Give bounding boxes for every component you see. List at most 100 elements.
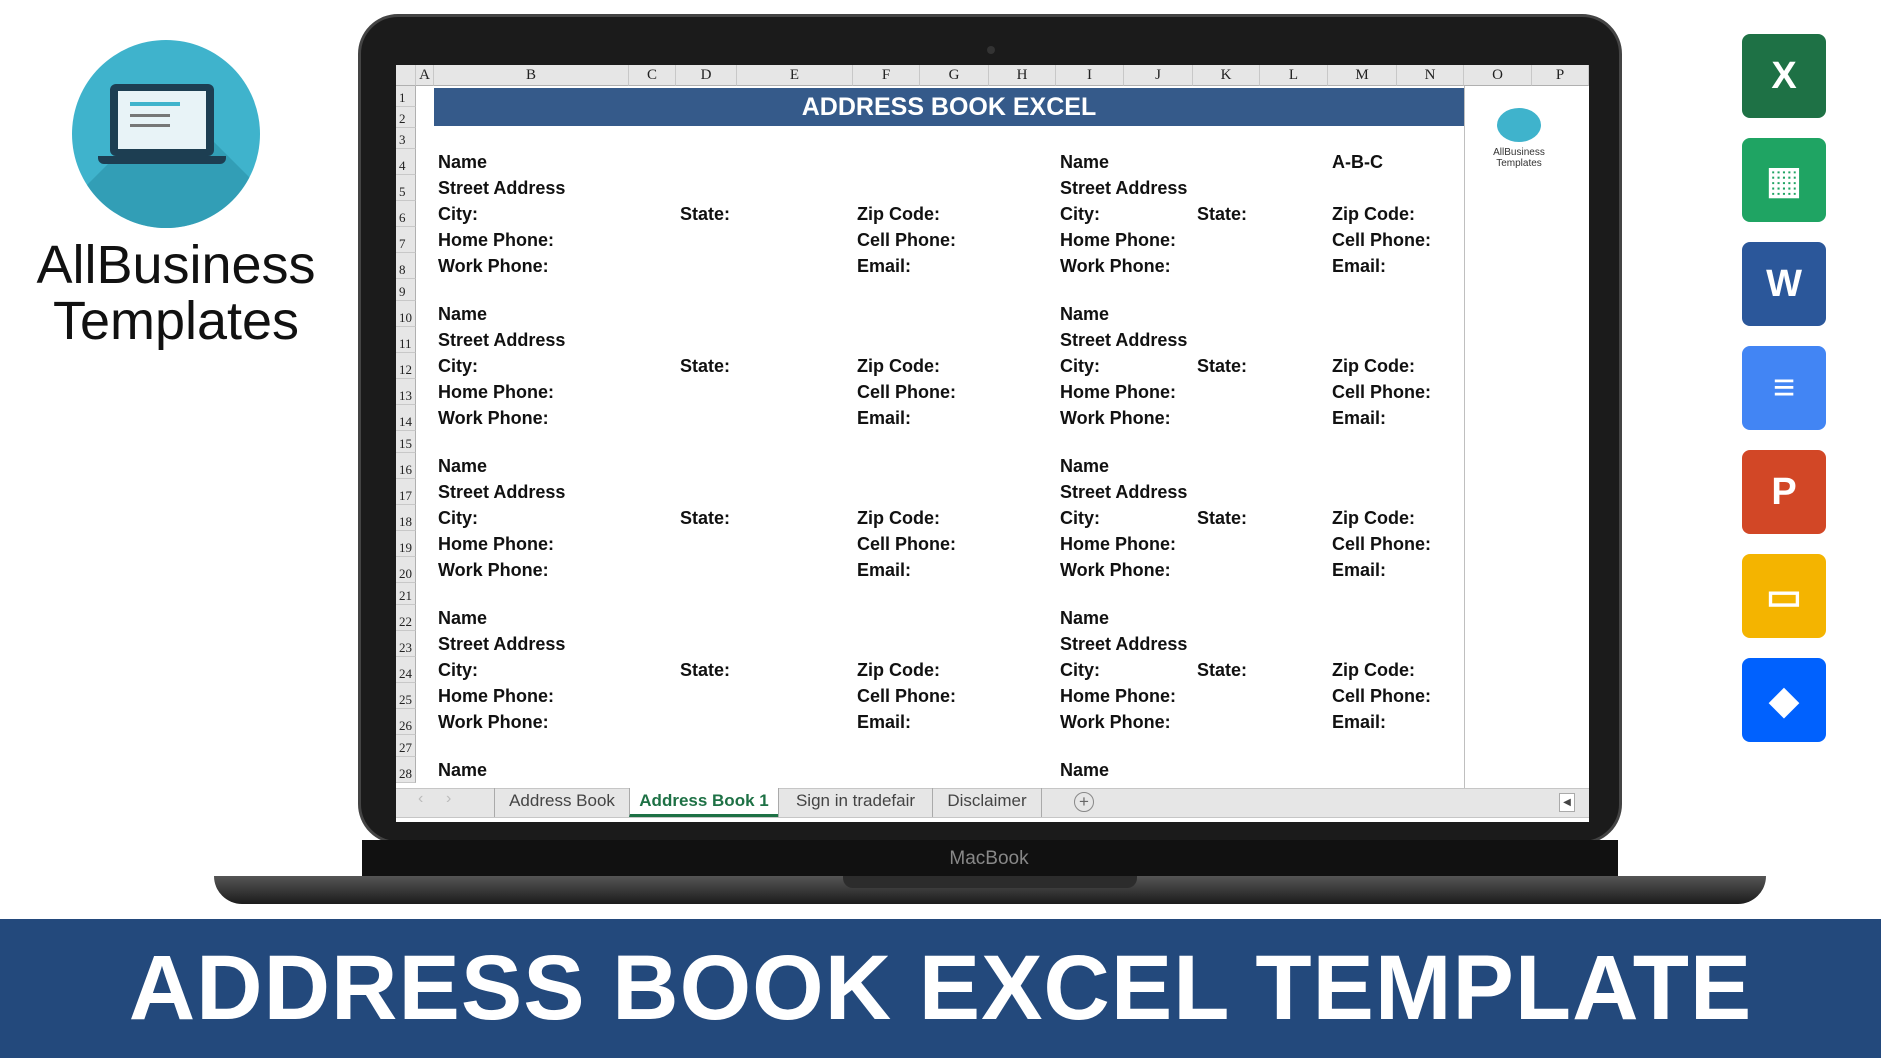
row-header-16[interactable]: 16 bbox=[396, 453, 416, 479]
row-header-23[interactable]: 23 bbox=[396, 631, 416, 657]
cell-b20[interactable]: Work Phone: bbox=[438, 557, 549, 583]
column-header-k[interactable]: K bbox=[1193, 65, 1260, 86]
cell-f20[interactable]: Email: bbox=[857, 557, 911, 583]
cell-i19[interactable]: Home Phone: bbox=[1060, 531, 1176, 557]
cell-f12[interactable]: Zip Code: bbox=[857, 353, 940, 379]
row-header-11[interactable]: 11 bbox=[396, 327, 416, 353]
row-header-15[interactable]: 15 bbox=[396, 431, 416, 453]
cell-f14[interactable]: Email: bbox=[857, 405, 911, 431]
cell-d24[interactable]: State: bbox=[680, 657, 730, 683]
cell-i7[interactable]: Home Phone: bbox=[1060, 227, 1176, 253]
row-header-7[interactable]: 7 bbox=[396, 227, 416, 253]
row-header-10[interactable]: 10 bbox=[396, 301, 416, 327]
row-header-18[interactable]: 18 bbox=[396, 505, 416, 531]
row-header-5[interactable]: 5 bbox=[396, 175, 416, 201]
cell-b4[interactable]: Name bbox=[438, 149, 487, 175]
cell-i26[interactable]: Work Phone: bbox=[1060, 709, 1171, 735]
cell-b6[interactable]: City: bbox=[438, 201, 478, 227]
cell-m20[interactable]: Email: bbox=[1332, 557, 1386, 583]
sheet-title[interactable]: ADDRESS BOOK EXCEL bbox=[434, 88, 1464, 126]
cell-i18[interactable]: City: bbox=[1060, 505, 1100, 531]
cell-f26[interactable]: Email: bbox=[857, 709, 911, 735]
cell-f18[interactable]: Zip Code: bbox=[857, 505, 940, 531]
cell-m26[interactable]: Email: bbox=[1332, 709, 1386, 735]
column-header-l[interactable]: L bbox=[1260, 65, 1328, 86]
row-header-9[interactable]: 9 bbox=[396, 279, 416, 301]
cell-i5[interactable]: Street Address bbox=[1060, 175, 1187, 201]
cell-m4[interactable]: A-B-C bbox=[1332, 149, 1383, 175]
row-header-20[interactable]: 20 bbox=[396, 557, 416, 583]
cell-k12[interactable]: State: bbox=[1197, 353, 1247, 379]
cell-f24[interactable]: Zip Code: bbox=[857, 657, 940, 683]
cell-b16[interactable]: Name bbox=[438, 453, 487, 479]
column-header-m[interactable]: M bbox=[1328, 65, 1397, 86]
cell-f19[interactable]: Cell Phone: bbox=[857, 531, 956, 557]
column-header-d[interactable]: D bbox=[676, 65, 737, 86]
next-sheet-arrow-icon[interactable]: › bbox=[446, 790, 451, 808]
cell-m14[interactable]: Email: bbox=[1332, 405, 1386, 431]
scroll-left-icon[interactable]: ◀ bbox=[1559, 793, 1575, 812]
row-header-2[interactable]: 2 bbox=[396, 107, 416, 128]
cell-k18[interactable]: State: bbox=[1197, 505, 1247, 531]
cell-b11[interactable]: Street Address bbox=[438, 327, 565, 353]
cell-m18[interactable]: Zip Code: bbox=[1332, 505, 1415, 531]
column-header-j[interactable]: J bbox=[1124, 65, 1193, 86]
row-header-14[interactable]: 14 bbox=[396, 405, 416, 431]
cell-b19[interactable]: Home Phone: bbox=[438, 531, 554, 557]
cell-f13[interactable]: Cell Phone: bbox=[857, 379, 956, 405]
cell-i4[interactable]: Name bbox=[1060, 149, 1109, 175]
cell-i11[interactable]: Street Address bbox=[1060, 327, 1187, 353]
cell-b12[interactable]: City: bbox=[438, 353, 478, 379]
cell-i20[interactable]: Work Phone: bbox=[1060, 557, 1171, 583]
prev-sheet-arrow-icon[interactable]: ‹ bbox=[418, 790, 423, 808]
row-header-4[interactable]: 4 bbox=[396, 149, 416, 175]
column-header-p[interactable]: P bbox=[1532, 65, 1589, 86]
cell-d18[interactable]: State: bbox=[680, 505, 730, 531]
add-sheet-icon[interactable]: + bbox=[1074, 792, 1094, 812]
column-header-a[interactable]: A bbox=[416, 65, 434, 86]
row-header-19[interactable]: 19 bbox=[396, 531, 416, 557]
cell-m7[interactable]: Cell Phone: bbox=[1332, 227, 1431, 253]
row-header-12[interactable]: 12 bbox=[396, 353, 416, 379]
cell-b18[interactable]: City: bbox=[438, 505, 478, 531]
column-header-h[interactable]: H bbox=[989, 65, 1056, 86]
column-header-n[interactable]: N bbox=[1397, 65, 1464, 86]
cell-f25[interactable]: Cell Phone: bbox=[857, 683, 956, 709]
tab-sign-in-tradefair[interactable]: Sign in tradefair bbox=[778, 788, 932, 817]
cell-b22[interactable]: Name bbox=[438, 605, 487, 631]
row-header-22[interactable]: 22 bbox=[396, 605, 416, 631]
row-header-13[interactable]: 13 bbox=[396, 379, 416, 405]
row-header-6[interactable]: 6 bbox=[396, 201, 416, 227]
cell-d12[interactable]: State: bbox=[680, 353, 730, 379]
cell-b24[interactable]: City: bbox=[438, 657, 478, 683]
cell-b13[interactable]: Home Phone: bbox=[438, 379, 554, 405]
row-header-17[interactable]: 17 bbox=[396, 479, 416, 505]
cell-i24[interactable]: City: bbox=[1060, 657, 1100, 683]
cell-b10[interactable]: Name bbox=[438, 301, 487, 327]
cell-m12[interactable]: Zip Code: bbox=[1332, 353, 1415, 379]
row-header-1[interactable]: 1 bbox=[396, 86, 416, 107]
column-header-g[interactable]: G bbox=[920, 65, 989, 86]
cell-b8[interactable]: Work Phone: bbox=[438, 253, 549, 279]
cell-b7[interactable]: Home Phone: bbox=[438, 227, 554, 253]
column-header-f[interactable]: F bbox=[853, 65, 920, 86]
cell-b28[interactable]: Name bbox=[438, 757, 487, 783]
cell-f8[interactable]: Email: bbox=[857, 253, 911, 279]
cell-i12[interactable]: City: bbox=[1060, 353, 1100, 379]
cell-k6[interactable]: State: bbox=[1197, 201, 1247, 227]
cell-m24[interactable]: Zip Code: bbox=[1332, 657, 1415, 683]
cell-b14[interactable]: Work Phone: bbox=[438, 405, 549, 431]
cell-i22[interactable]: Name bbox=[1060, 605, 1109, 631]
cell-m8[interactable]: Email: bbox=[1332, 253, 1386, 279]
row-header-21[interactable]: 21 bbox=[396, 583, 416, 605]
tab-address-book-1[interactable]: Address Book 1 bbox=[629, 788, 778, 817]
cell-m13[interactable]: Cell Phone: bbox=[1332, 379, 1431, 405]
cell-m25[interactable]: Cell Phone: bbox=[1332, 683, 1431, 709]
cell-b17[interactable]: Street Address bbox=[438, 479, 565, 505]
row-header-3[interactable]: 3 bbox=[396, 128, 416, 149]
cell-b5[interactable]: Street Address bbox=[438, 175, 565, 201]
row-header-28[interactable]: 28 bbox=[396, 757, 416, 783]
tab-disclaimer[interactable]: Disclaimer bbox=[932, 788, 1042, 817]
cell-i8[interactable]: Work Phone: bbox=[1060, 253, 1171, 279]
cell-b23[interactable]: Street Address bbox=[438, 631, 565, 657]
